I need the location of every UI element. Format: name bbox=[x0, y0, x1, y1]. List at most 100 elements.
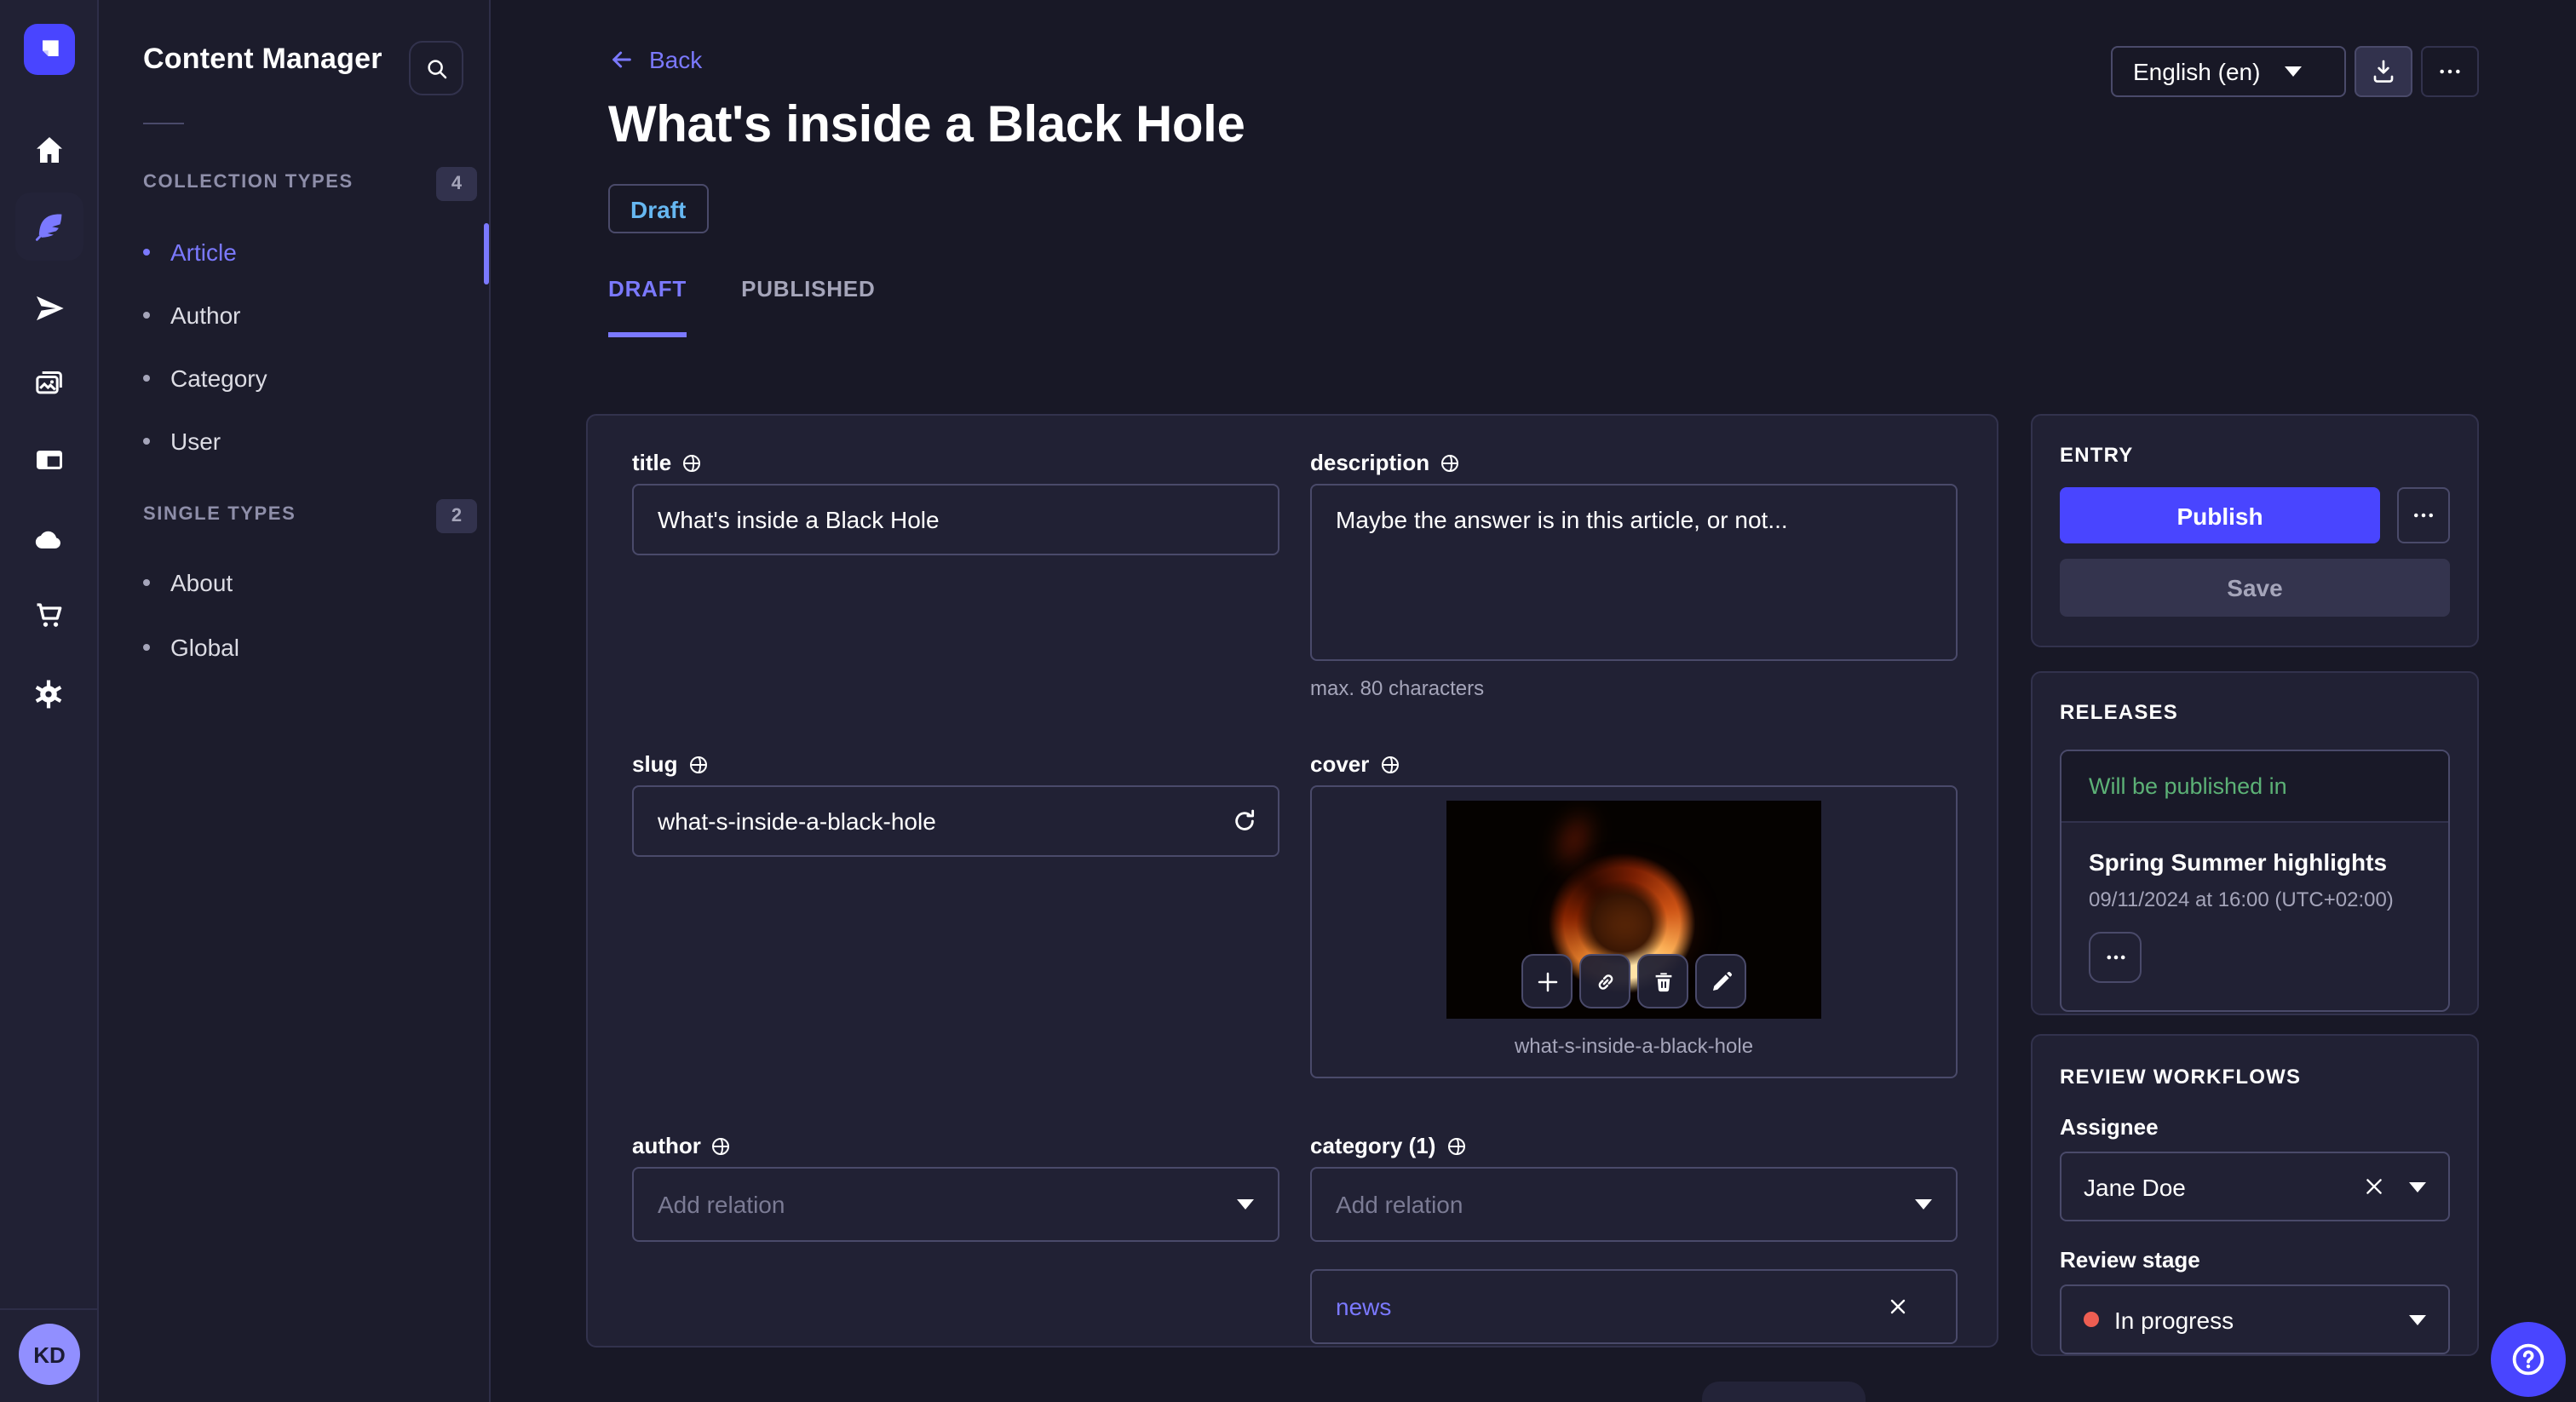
entry-panel: ENTRY Publish Save bbox=[2031, 414, 2479, 647]
cover-media-card: what-s-inside-a-black-hole bbox=[1310, 785, 1958, 1078]
close-x-icon bbox=[1890, 1299, 1906, 1314]
category-field-label: category (1) bbox=[1310, 1133, 1436, 1158]
slug-field-label: slug bbox=[632, 751, 678, 777]
entry-panel-title: ENTRY bbox=[2060, 443, 2134, 467]
locale-select[interactable]: English (en) bbox=[2111, 46, 2346, 97]
subnav-title: Content Manager bbox=[143, 43, 382, 75]
sidebar-item-article[interactable]: Article bbox=[143, 232, 467, 273]
bullet-icon bbox=[143, 375, 150, 382]
releases-panel: RELEASES Will be published in Spring Sum… bbox=[2031, 671, 2479, 1015]
chevron-down-icon bbox=[1915, 1199, 1932, 1210]
relation-link-news[interactable]: news bbox=[1336, 1293, 1391, 1320]
bullet-icon bbox=[143, 644, 150, 651]
collection-types-count-badge: 4 bbox=[436, 167, 477, 201]
field-category: category (1) Add relation news bbox=[1310, 1133, 1958, 1344]
search-icon bbox=[427, 59, 446, 78]
review-stage-select[interactable]: In progress bbox=[2060, 1284, 2450, 1354]
sidebar-item-about[interactable]: About bbox=[143, 562, 467, 603]
sidebar-item-user[interactable]: User bbox=[143, 421, 467, 462]
cloud-icon[interactable] bbox=[14, 504, 83, 572]
subnav-divider bbox=[143, 123, 184, 124]
assignee-value: Jane Doe bbox=[2084, 1173, 2186, 1200]
more-dots-icon bbox=[2440, 69, 2460, 74]
media-library-icon[interactable] bbox=[14, 349, 83, 417]
sidebar-item-global[interactable]: Global bbox=[143, 627, 467, 668]
page-title: What's inside a Black Hole bbox=[608, 97, 1245, 153]
sidebar-item-label: About bbox=[170, 569, 233, 596]
bullet-icon bbox=[143, 438, 150, 445]
clear-assignee-button[interactable] bbox=[2363, 1175, 2385, 1198]
more-dots-icon bbox=[2106, 955, 2125, 960]
add-media-button[interactable] bbox=[1521, 954, 1573, 1008]
sidebar-item-label: Category bbox=[170, 365, 267, 392]
globe-i18n-icon bbox=[1447, 1137, 1465, 1154]
scrolled-section-peek bbox=[1702, 1382, 1866, 1402]
title-input[interactable] bbox=[632, 484, 1279, 555]
header-more-button[interactable] bbox=[2421, 46, 2479, 97]
download-icon bbox=[2373, 60, 2394, 83]
field-cover: cover what-s-inside-a-black-hole bbox=[1310, 751, 1958, 1078]
rail-divider bbox=[0, 1308, 97, 1310]
description-field-label: description bbox=[1310, 450, 1430, 475]
pencil-icon bbox=[1712, 971, 1731, 990]
section-single-types: SINGLE TYPES bbox=[143, 504, 296, 525]
bullet-icon bbox=[143, 312, 150, 319]
user-avatar[interactable]: KD bbox=[19, 1324, 80, 1385]
release-name: Spring Summer highlights bbox=[2089, 848, 2388, 876]
edit-media-button[interactable] bbox=[1695, 954, 1746, 1008]
chevron-down-icon bbox=[1237, 1199, 1254, 1210]
review-workflows-panel: REVIEW WORKFLOWS Assignee Jane Doe Revie… bbox=[2031, 1034, 2479, 1356]
description-hint: max. 80 characters bbox=[1310, 676, 1485, 700]
category-relation-item: news bbox=[1310, 1269, 1958, 1344]
author-placeholder: Add relation bbox=[658, 1191, 785, 1218]
back-link[interactable]: Back bbox=[608, 46, 702, 73]
back-label: Back bbox=[649, 46, 703, 73]
cart-icon[interactable] bbox=[14, 581, 83, 649]
bullet-icon bbox=[143, 579, 150, 586]
stage-status-dot bbox=[2084, 1312, 2099, 1327]
home-icon[interactable] bbox=[14, 116, 83, 184]
save-button[interactable]: Save bbox=[2060, 559, 2450, 617]
send-icon[interactable] bbox=[14, 274, 83, 342]
assignee-select[interactable]: Jane Doe bbox=[2060, 1152, 2450, 1221]
bullet-icon bbox=[143, 249, 150, 256]
back-arrow-icon bbox=[612, 51, 631, 68]
sidebar-item-category[interactable]: Category bbox=[143, 358, 467, 399]
remove-relation-button[interactable] bbox=[1888, 1296, 1908, 1317]
help-button[interactable] bbox=[2491, 1322, 2566, 1397]
sidebar-item-label: Article bbox=[170, 238, 237, 266]
slug-input[interactable] bbox=[632, 785, 1279, 857]
avatar-initials: KD bbox=[33, 1342, 66, 1367]
globe-i18n-icon bbox=[683, 454, 701, 471]
regenerate-slug-button[interactable] bbox=[1230, 807, 1259, 836]
chevron-down-icon bbox=[2284, 66, 2302, 77]
delete-media-button[interactable] bbox=[1637, 954, 1688, 1008]
sidebar-item-author[interactable]: Author bbox=[143, 295, 467, 336]
entry-more-button[interactable] bbox=[2397, 487, 2450, 543]
sidebar-item-label: Author bbox=[170, 302, 241, 329]
more-dots-icon bbox=[2414, 513, 2433, 518]
field-slug: slug bbox=[632, 751, 1279, 1078]
globe-i18n-icon bbox=[689, 756, 707, 773]
release-more-button[interactable] bbox=[2089, 932, 2142, 983]
tab-draft[interactable]: DRAFT bbox=[608, 276, 687, 337]
tab-published[interactable]: PUBLISHED bbox=[741, 276, 875, 337]
strapi-logo-icon[interactable] bbox=[24, 24, 75, 75]
cover-filename: what-s-inside-a-black-hole bbox=[1514, 1034, 1754, 1058]
globe-i18n-icon bbox=[1381, 756, 1399, 773]
content-type-builder-icon[interactable] bbox=[14, 426, 83, 494]
export-download-button[interactable] bbox=[2355, 46, 2412, 97]
locale-value: English (en) bbox=[2133, 58, 2261, 85]
globe-i18n-icon bbox=[1441, 454, 1459, 471]
copy-link-button[interactable] bbox=[1579, 954, 1630, 1008]
publish-button[interactable]: Publish bbox=[2060, 487, 2380, 543]
settings-gear-icon[interactable] bbox=[14, 659, 83, 727]
author-relation-combobox[interactable]: Add relation bbox=[632, 1167, 1279, 1242]
icon-rail: KD bbox=[0, 0, 99, 1402]
category-relation-combobox[interactable]: Add relation bbox=[1310, 1167, 1958, 1242]
content-manager-feather-icon[interactable] bbox=[14, 192, 83, 261]
sidebar-item-label: Global bbox=[170, 634, 239, 661]
description-textarea[interactable]: Maybe the answer is in this article, or … bbox=[1310, 484, 1958, 661]
search-button[interactable] bbox=[409, 41, 463, 95]
active-item-indicator bbox=[484, 223, 489, 284]
